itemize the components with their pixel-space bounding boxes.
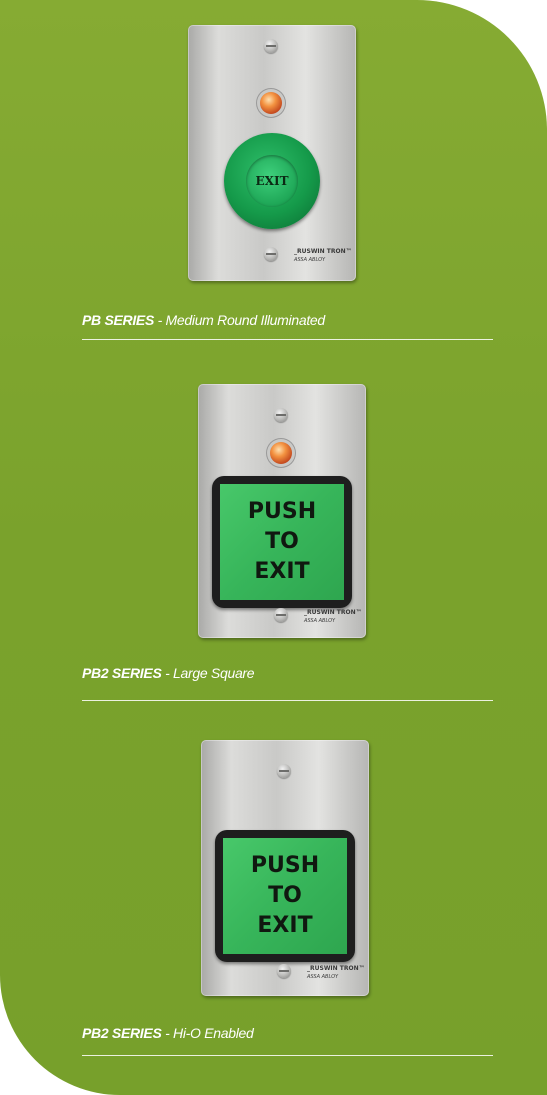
brand-sub-logo: ASSA ABLOY [307, 974, 339, 980]
green-panel: EXIT _RUSWIN TRON™ ASSA ABLOY PB SERIES … [0, 0, 547, 1095]
product-caption: PB2 SERIES - Hi-O Enabled [82, 1025, 254, 1041]
button-line: TO [268, 883, 302, 908]
screw-icon [274, 608, 288, 622]
screw-icon [277, 964, 291, 978]
series-name: PB2 SERIES [82, 1025, 162, 1041]
brand-logo: _RUSWIN TRON™ [307, 965, 365, 972]
brand-logo: _RUSWIN TRON™ [304, 609, 362, 616]
screw-icon [277, 764, 291, 778]
divider [82, 700, 493, 701]
push-to-exit-label: PUSH TO EXIT [220, 484, 344, 600]
series-name: PB SERIES [82, 312, 154, 328]
caption-separator: - [154, 312, 166, 328]
series-description: Large Square [173, 665, 255, 681]
series-description: Hi-O Enabled [173, 1025, 254, 1041]
product-caption: PB SERIES - Medium Round Illuminated [82, 312, 325, 328]
switch-plate: PUSH TO EXIT _RUSWIN TRON™ ASSA ABLOY [198, 384, 366, 638]
divider [82, 339, 493, 340]
product-caption: PB2 SERIES - Large Square [82, 665, 255, 681]
series-name: PB2 SERIES [82, 665, 162, 681]
push-to-exit-button[interactable]: PUSH TO EXIT [212, 476, 352, 608]
led-indicator-icon [260, 92, 282, 114]
push-to-exit-label: PUSH TO EXIT [223, 838, 347, 954]
caption-separator: - [161, 665, 174, 681]
screw-icon [274, 408, 288, 422]
screw-icon [264, 247, 278, 261]
brand-sub-logo: ASSA ABLOY [294, 257, 326, 263]
button-line: PUSH [247, 499, 317, 524]
push-to-exit-button[interactable]: PUSH TO EXIT [215, 830, 355, 962]
exit-button-label: EXIT [246, 155, 298, 207]
brand-sub-logo: ASSA ABLOY [304, 618, 336, 624]
screw-icon [264, 39, 278, 53]
button-line: EXIT [257, 913, 313, 938]
brand-logo: _RUSWIN TRON™ [294, 248, 352, 255]
exit-push-button[interactable]: EXIT [224, 133, 320, 229]
button-line: PUSH [250, 853, 320, 878]
series-description: Medium Round Illuminated [165, 312, 326, 328]
product-pb-series: EXIT _RUSWIN TRON™ ASSA ABLOY PB SERIES … [0, 0, 547, 340]
button-line: TO [265, 529, 299, 554]
switch-plate: EXIT _RUSWIN TRON™ ASSA ABLOY [188, 25, 356, 281]
divider [82, 1055, 493, 1056]
caption-separator: - [161, 1025, 174, 1041]
led-indicator-icon [270, 442, 292, 464]
button-line: EXIT [254, 559, 310, 584]
switch-plate: PUSH TO EXIT _RUSWIN TRON™ ASSA ABLOY [201, 740, 369, 996]
